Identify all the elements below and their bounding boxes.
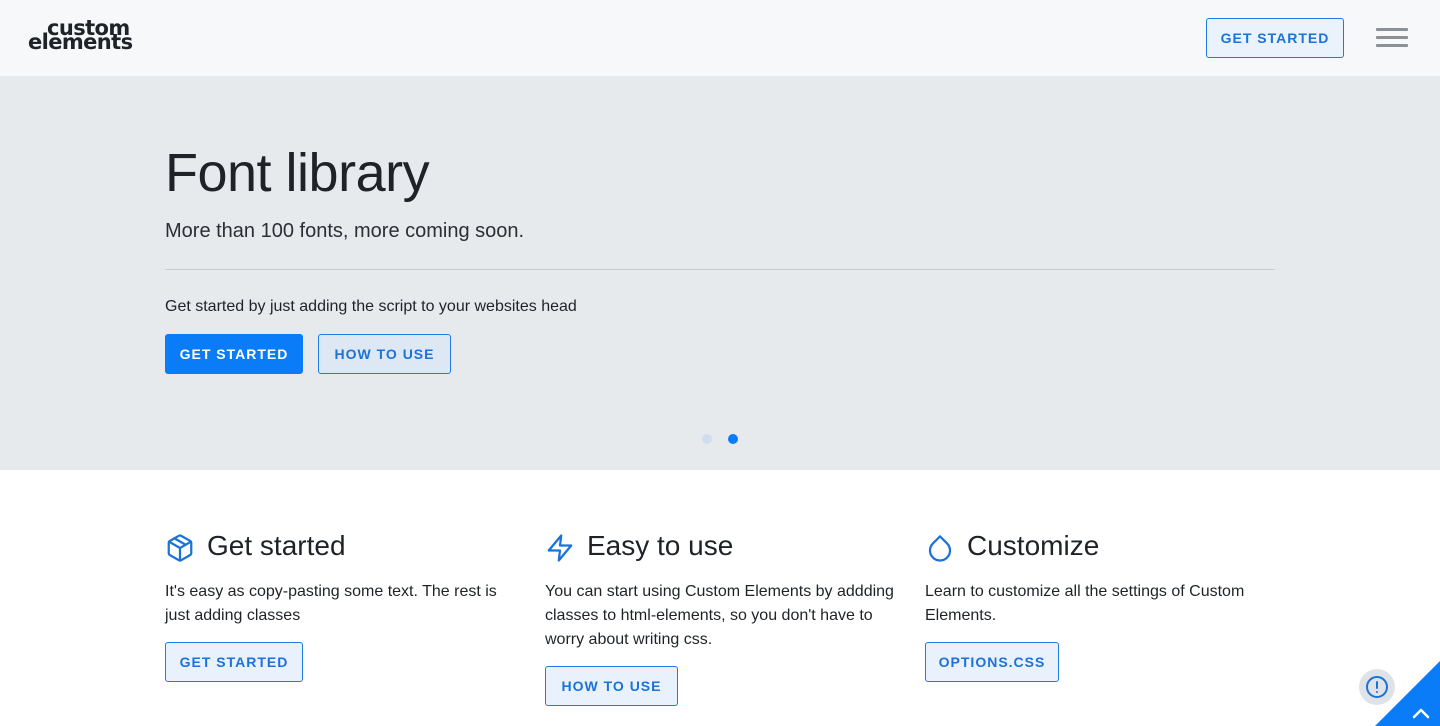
top-header: custom elements GET STARTED [0,0,1440,76]
feature-title: Get started [207,530,346,561]
hero-slider: Font library More than 100 fonts, more c… [0,76,1440,470]
header-get-started-button[interactable]: GET STARTED [1206,18,1344,58]
chevron-up-icon[interactable] [1375,661,1440,726]
droplet-icon [928,535,952,562]
hero-how-to-use-button[interactable]: HOW TO USE [318,334,451,374]
feature-title: Easy to use [587,530,734,561]
box-icon [167,534,193,562]
feature-description: You can start using Custom Elements by a… [545,583,894,648]
slide-dot-2-active[interactable] [728,434,738,444]
hero-divider [165,269,1275,270]
hero-subtitle: More than 100 fonts, more coming soon. [165,220,525,242]
logo[interactable]: custom elements [28,18,133,54]
hero-text: Get started by just adding the script to… [165,298,577,315]
feature-options-css-button[interactable]: OPTIONS.CSS [925,642,1059,682]
lightning-icon [547,534,573,562]
feature-description: It's easy as copy-pasting some text. The… [165,583,497,624]
feature-description: Learn to customize all the settings of C… [925,583,1245,624]
hamburger-icon[interactable] [1374,26,1410,50]
hero-get-started-button[interactable]: GET STARTED [165,334,303,374]
slide-dot-1[interactable] [702,434,712,444]
feature-get-started-button[interactable]: GET STARTED [165,642,303,682]
feature-title: Customize [967,530,1100,561]
hero-title: Font library [165,143,430,203]
feature-how-to-use-button[interactable]: HOW TO USE [545,666,678,706]
logo-line-2: elements [28,30,133,54]
